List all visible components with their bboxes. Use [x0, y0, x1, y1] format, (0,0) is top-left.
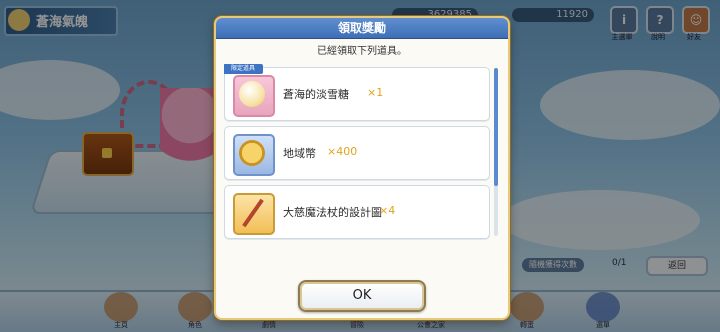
item-name: 蒼海的淡雪糖 — [283, 88, 349, 101]
dialog-title: 領取獎勵 — [216, 18, 508, 39]
reward-dialog: 領取獎勵 已經領取下列道具。 限定道具 蒼海的淡雪糖 ×1 地域幣 ×400 大… — [214, 16, 510, 320]
item-name: 地域幣 — [283, 147, 316, 160]
list-item: 地域幣 ×400 — [224, 126, 490, 180]
candy-orb-icon — [233, 75, 275, 117]
list-item: 限定道具 蒼海的淡雪糖 ×1 — [224, 64, 490, 121]
orb-icon — [239, 81, 265, 107]
item-qty: ×4 — [379, 204, 396, 217]
coin-icon — [233, 134, 275, 176]
dialog-subtitle: 已經領取下列道具。 — [317, 46, 407, 57]
item-qty: ×400 — [327, 145, 358, 158]
list-item: 大慈魔法杖的設計圖 ×4 — [224, 185, 490, 239]
limited-badge: 限定道具 — [224, 64, 263, 74]
staff-blueprint-icon — [233, 193, 275, 235]
item-qty: ×1 — [367, 86, 384, 99]
ok-button[interactable]: OK — [298, 280, 426, 312]
reward-list[interactable]: 限定道具 蒼海的淡雪糖 ×1 地域幣 ×400 大慈魔法杖的設計圖 ×4 — [224, 63, 490, 241]
scrollbar-thumb[interactable] — [494, 68, 498, 186]
list-scrollbar[interactable] — [494, 68, 498, 236]
staff-icon — [242, 198, 264, 228]
gold-coin-icon — [239, 140, 265, 166]
item-name: 大慈魔法杖的設計圖 — [283, 206, 382, 219]
